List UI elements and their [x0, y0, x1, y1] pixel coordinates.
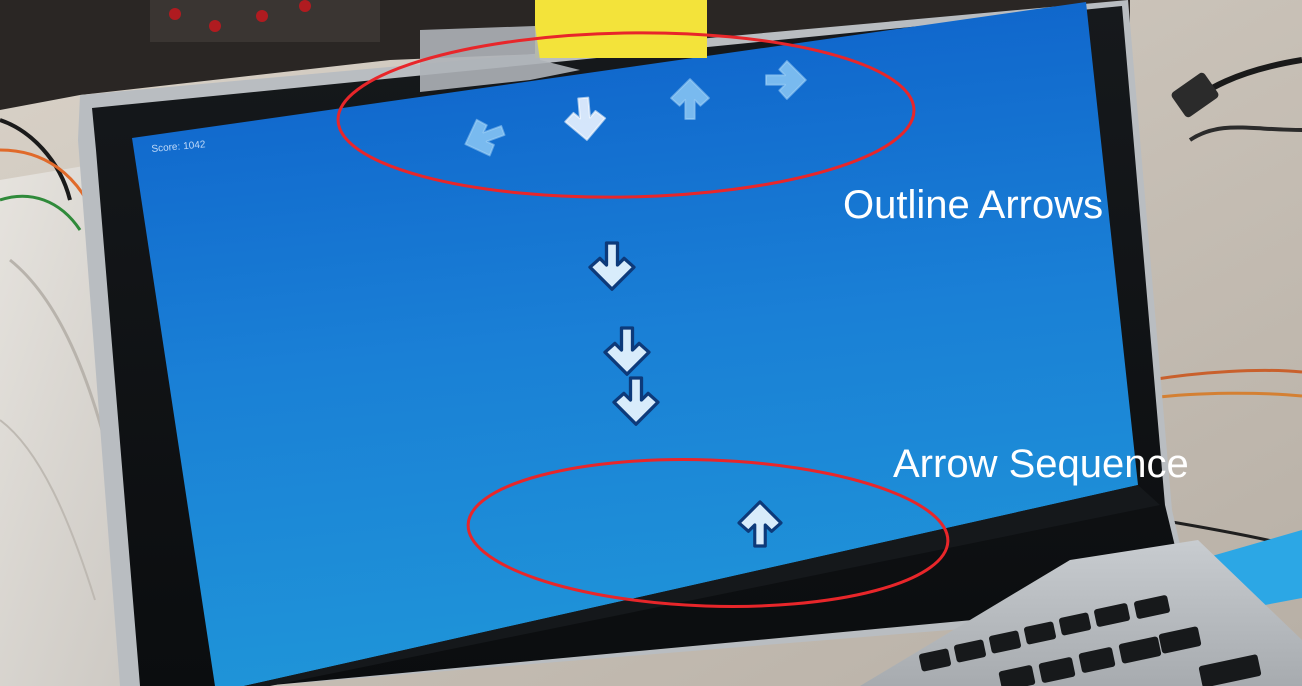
- sticky-note: [535, 0, 707, 58]
- outline-arrows-annotation: Outline Arrows: [843, 183, 1104, 227]
- score-value: 1042: [182, 139, 206, 153]
- photo-scene: [0, 0, 1302, 686]
- arrow-sequence-annotation: Arrow Sequence: [893, 442, 1189, 486]
